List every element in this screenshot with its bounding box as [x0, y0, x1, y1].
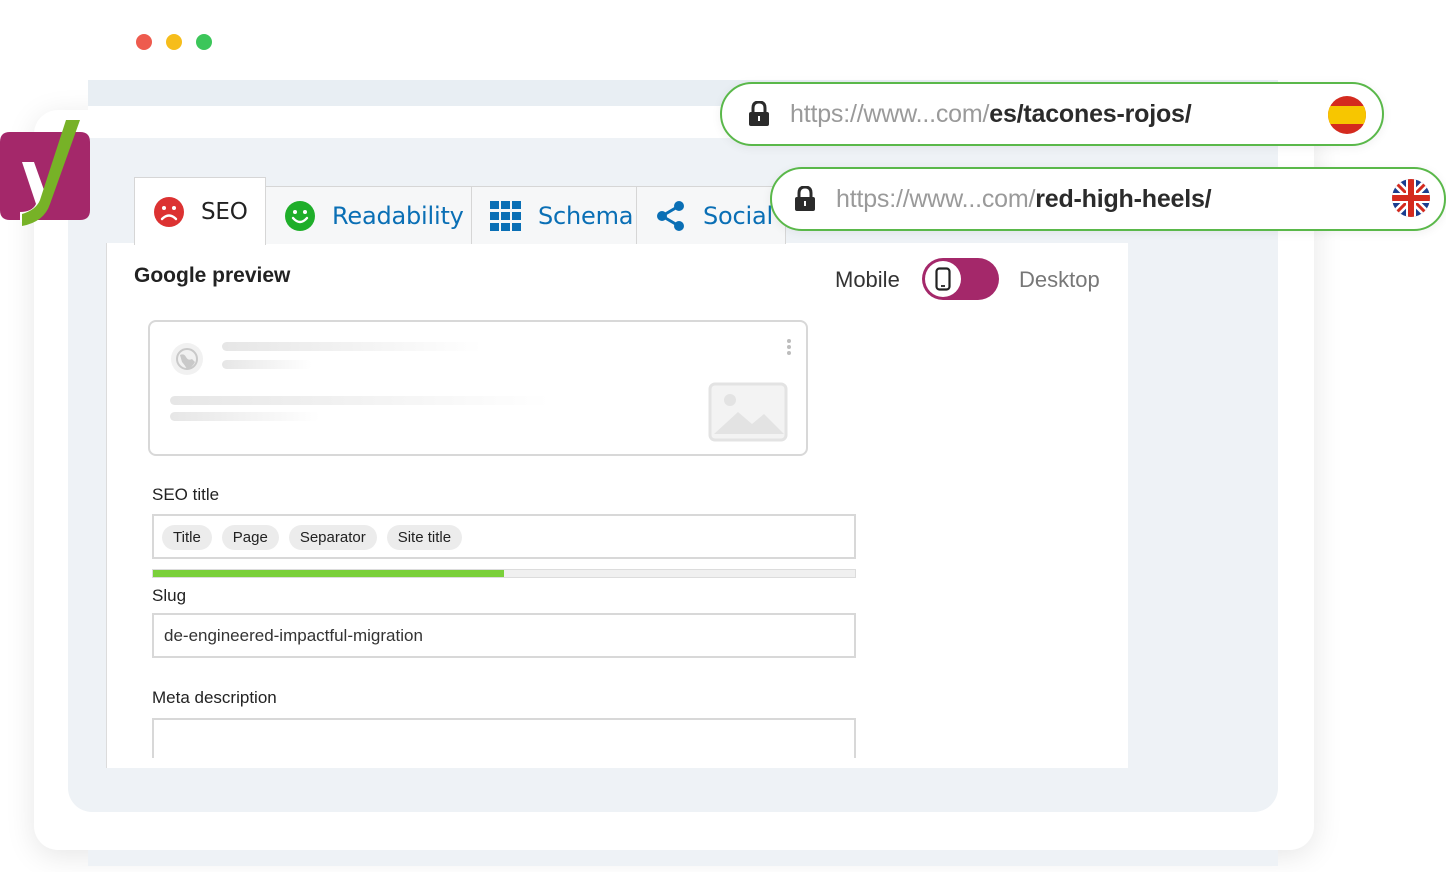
url-bar-english[interactable]: https://www...com/red-high-heels/	[770, 167, 1446, 231]
tab-seo[interactable]: SEO	[134, 177, 266, 245]
meta-description-input[interactable]	[152, 718, 856, 758]
variable-chip-page[interactable]: Page	[221, 525, 279, 550]
variable-chip-site-title[interactable]: Site title	[386, 525, 463, 550]
meta-description-label: Meta description	[152, 688, 277, 707]
url-spanish-prefix: https://www...com/	[790, 99, 990, 128]
close-window-dot[interactable]	[136, 34, 152, 50]
seo-title-progress-fill	[153, 570, 504, 577]
minimize-window-dot[interactable]	[166, 34, 182, 50]
smiley-face-icon	[285, 200, 315, 231]
tab-social-label: Social	[703, 201, 773, 230]
globe-icon	[171, 343, 203, 375]
lock-icon	[749, 101, 769, 126]
skeleton-url	[222, 360, 312, 369]
window-controls	[136, 34, 212, 50]
mobile-phone-icon	[935, 267, 951, 291]
tab-seo-label: SEO	[201, 198, 248, 225]
share-icon	[657, 200, 684, 231]
toggle-knob	[925, 261, 961, 297]
slug-label: Slug	[152, 586, 187, 605]
seo-title-progress	[152, 569, 856, 578]
variable-chip-title[interactable]: Title	[162, 525, 212, 550]
uk-flag-icon	[1392, 179, 1430, 217]
browser-footer	[88, 850, 1278, 866]
url-spanish-text: https://www...com/es/tacones-rojos/	[790, 99, 1192, 129]
spain-flag-icon	[1328, 96, 1366, 134]
seo-title-label: SEO title	[152, 485, 220, 504]
more-vertical-icon[interactable]	[784, 338, 794, 358]
variable-chip-separator[interactable]: Separator	[288, 525, 377, 550]
image-placeholder-icon	[708, 382, 788, 442]
tab-schema-label: Schema	[538, 201, 634, 230]
lock-icon	[795, 186, 815, 211]
seo-title-variables: Title Page Separator Site title	[162, 525, 463, 550]
google-preview-title: Google preview	[134, 264, 291, 287]
skeleton-title	[170, 396, 550, 405]
skeleton-site-name	[222, 342, 482, 351]
yoast-logo-icon	[0, 120, 90, 226]
url-english-text: https://www...com/red-high-heels/	[836, 184, 1212, 214]
maximize-window-dot[interactable]	[196, 34, 212, 50]
google-preview-card	[148, 320, 808, 456]
tab-readability[interactable]: Readability	[265, 186, 472, 244]
tab-schema[interactable]: Schema	[471, 186, 637, 244]
url-bar-spanish[interactable]: https://www...com/es/tacones-rojos/	[720, 82, 1384, 146]
url-english-path: red-high-heels/	[1035, 184, 1212, 213]
tab-readability-label: Readability	[332, 201, 464, 230]
mobile-label[interactable]: Mobile	[835, 267, 900, 293]
preview-mode-toggle[interactable]	[922, 258, 999, 300]
grid-icon	[490, 200, 521, 231]
url-spanish-path: es/tacones-rojos/	[989, 99, 1192, 128]
sad-face-icon	[154, 196, 184, 227]
tab-social[interactable]: Social	[636, 186, 786, 244]
slug-value: de-engineered-impactful-migration	[164, 626, 423, 645]
skeleton-description	[170, 412, 320, 421]
url-english-prefix: https://www...com/	[836, 184, 1036, 213]
desktop-label[interactable]: Desktop	[1019, 267, 1100, 293]
